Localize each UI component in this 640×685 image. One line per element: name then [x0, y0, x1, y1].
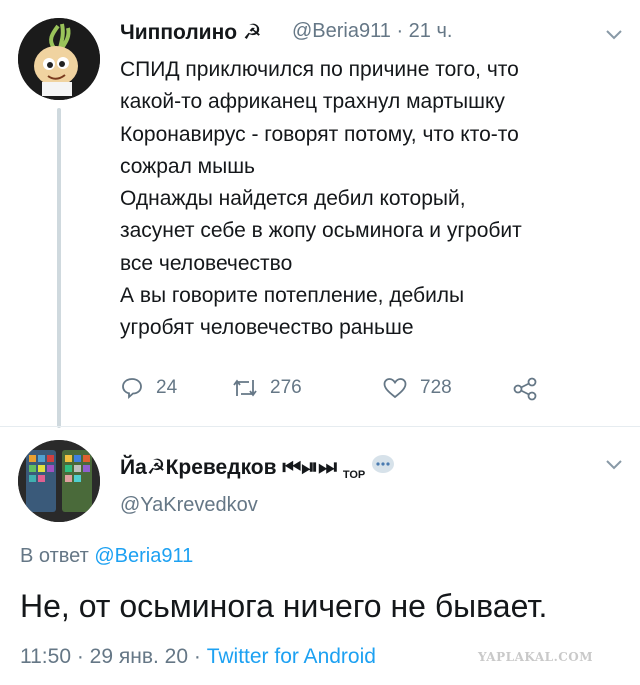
- thread-line: [57, 108, 61, 428]
- reply-handle-link[interactable]: @Beria911: [94, 545, 193, 567]
- author-handle[interactable]: @Beria911 · 21 ч.: [292, 20, 452, 43]
- retweet-button[interactable]: 276: [232, 376, 302, 400]
- reply-text: Не, от осьминога ничего не бывает.: [20, 588, 548, 624]
- speech-bubble-icon: [372, 455, 395, 473]
- phone-screens-icon: [18, 440, 100, 522]
- author-name[interactable]: Чипполино ☭: [120, 20, 262, 45]
- reply-context: В ответ @Beria911: [20, 545, 193, 568]
- share-icon: [513, 377, 537, 401]
- tweet-date: 29 янв. 20: [89, 645, 189, 668]
- onion-character-icon: [18, 18, 100, 100]
- like-button[interactable]: 728: [382, 376, 452, 400]
- reply-count: 24: [156, 377, 178, 398]
- watermark: YAPLAKAL.COM: [478, 650, 594, 664]
- top-badge: TOP: [342, 469, 366, 481]
- heart-icon: [383, 378, 407, 399]
- tweet-line: угробят человечество раньше: [120, 316, 414, 340]
- like-count: 728: [420, 377, 452, 398]
- handle-text: @Beria911: [292, 20, 391, 42]
- chevron-down-icon[interactable]: [606, 460, 622, 470]
- divider: [0, 426, 640, 427]
- tweet-line: все человечество: [120, 251, 293, 275]
- author-name-text: Йа☭Креведков ⏮⏯⏭: [120, 456, 337, 479]
- retweet-icon: [233, 379, 257, 397]
- retweet-count: 276: [270, 377, 302, 398]
- avatar[interactable]: [18, 440, 100, 522]
- tweet-line: сожрал мышь: [120, 154, 255, 178]
- tweet-meta: 11:50 · 29 янв. 20 · Twitter for Android: [20, 645, 376, 668]
- tweet-line: А вы говорите потепление, дебилы: [120, 284, 465, 308]
- tweet-time: 21 ч.: [408, 20, 453, 42]
- reply-icon: [122, 378, 142, 399]
- author-name[interactable]: Йа☭Креведков ⏮⏯⏭ TOP: [120, 454, 395, 481]
- share-button[interactable]: [512, 376, 550, 402]
- source-link[interactable]: Twitter for Android: [207, 645, 376, 668]
- author-handle[interactable]: @YaKrevedkov: [120, 494, 258, 517]
- reply-prefix: В ответ: [20, 545, 89, 567]
- tweet-line: СПИД приключился по причине того, что: [120, 58, 519, 81]
- tweet-line: Коронавирус - говорят потому, что кто-то: [120, 122, 519, 146]
- avatar[interactable]: [18, 18, 100, 100]
- tweet-time: 11:50: [20, 645, 71, 668]
- chevron-down-icon[interactable]: [606, 30, 622, 40]
- tweet-line: какой-то африканец трахнул мартышку: [120, 90, 505, 114]
- tweet-text: СПИД приключился по причине того, что ка…: [120, 54, 620, 345]
- tweet-line: засунет себе в жопу осьминога и угробит: [120, 219, 522, 243]
- reply-button[interactable]: 24: [120, 376, 177, 400]
- tweet-line: Однажды найдется дебил который,: [120, 187, 466, 211]
